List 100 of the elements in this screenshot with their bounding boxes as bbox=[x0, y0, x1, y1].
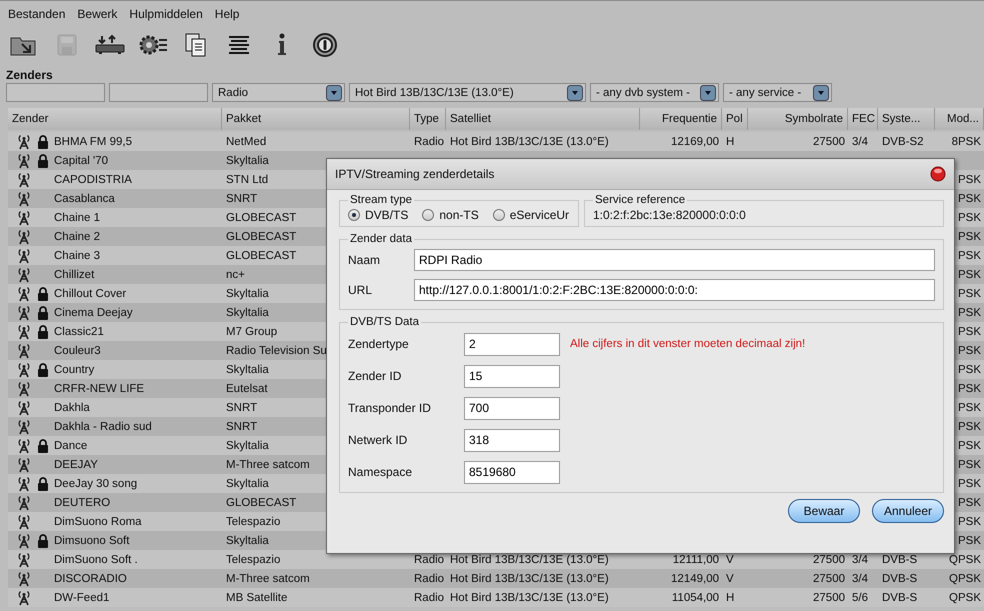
table-cell: QPSK bbox=[949, 592, 981, 604]
filter-field[interactable] bbox=[109, 83, 208, 102]
table-cell: Radio bbox=[414, 136, 444, 148]
table-cell: SNRT bbox=[226, 192, 258, 204]
column-header[interactable]: Type bbox=[410, 108, 446, 130]
column-header[interactable]: Pol bbox=[722, 108, 748, 130]
antenna-icon bbox=[16, 514, 32, 530]
input-field[interactable]: 15 bbox=[464, 364, 560, 388]
table-cell: PSK bbox=[958, 440, 981, 452]
input-field[interactable]: http://127.0.0.1:8001/1:0:2:F:2BC:13E:820000:0:0:0: bbox=[414, 279, 935, 301]
input-field[interactable]: 318 bbox=[464, 428, 560, 452]
filter-dropdown[interactable]: Hot Bird 13B/13C/13E (13.0°E) bbox=[349, 83, 586, 102]
channel-name: Chillout Cover bbox=[54, 288, 126, 300]
antenna-icon bbox=[16, 476, 32, 492]
table-cell: QPSK bbox=[949, 554, 981, 566]
service-reference-value: 1:0:2:f:2bc:13e:820000:0:0:0 bbox=[593, 207, 747, 222]
menu-item[interactable]: Bewerk bbox=[71, 6, 124, 20]
input-field[interactable]: 2 bbox=[464, 332, 560, 356]
table-cell: 27500 bbox=[813, 554, 845, 566]
channel-name: Couleur3 bbox=[54, 344, 101, 356]
menu-item[interactable]: Bestanden bbox=[2, 6, 72, 20]
close-icon[interactable] bbox=[930, 166, 946, 182]
channel-name: Dakhla bbox=[54, 402, 90, 414]
menu-item[interactable]: Hulpmiddelen bbox=[123, 6, 209, 20]
table-cell: PSK bbox=[958, 402, 981, 414]
antenna-icon bbox=[16, 210, 32, 226]
filter-dropdown[interactable]: - any dvb system - bbox=[590, 83, 719, 102]
antenna-icon bbox=[16, 494, 32, 510]
radio-option[interactable]: non-TS bbox=[422, 208, 479, 222]
antenna-icon bbox=[16, 438, 32, 454]
antenna-icon bbox=[16, 324, 32, 340]
field-label: Naam bbox=[348, 253, 382, 267]
channel-name: Classic21 bbox=[54, 326, 104, 338]
antenna-icon bbox=[16, 552, 32, 568]
input-field[interactable]: 8519680 bbox=[464, 460, 560, 484]
table-cell: M-Three satcom bbox=[226, 458, 310, 470]
antenna-icon bbox=[16, 266, 32, 282]
table-cell: STN Ltd bbox=[226, 174, 268, 186]
antenna-icon bbox=[16, 380, 32, 396]
channel-name: Country bbox=[54, 364, 94, 376]
channel-name: DEUTERO bbox=[54, 496, 110, 508]
dialog-button[interactable]: Bewaar bbox=[788, 499, 860, 523]
table-cell: DVB-S bbox=[882, 572, 918, 584]
table-cell: PSK bbox=[958, 268, 981, 280]
table-cell: PSK bbox=[958, 192, 981, 204]
channel-name: DimSuono Roma bbox=[54, 516, 142, 528]
table-cell: PSK bbox=[958, 534, 981, 546]
field-label: Netwerk ID bbox=[348, 433, 408, 447]
table-cell: Skyltalia bbox=[226, 306, 269, 318]
filter-field[interactable] bbox=[6, 83, 105, 102]
channel-name: BHMA FM 99,5 bbox=[54, 136, 132, 148]
input-field[interactable]: RDPI Radio bbox=[414, 249, 935, 271]
table-cell: 12149,00 bbox=[671, 572, 719, 584]
table-cell: PSK bbox=[958, 458, 981, 470]
field-label: Namespace bbox=[348, 465, 414, 479]
column-header[interactable]: Syste... bbox=[878, 108, 935, 130]
table-cell: PSK bbox=[958, 496, 981, 508]
column-header[interactable]: Symbolrate bbox=[748, 108, 848, 130]
table-cell: 5/6 bbox=[852, 592, 868, 604]
channel-name: Dance bbox=[54, 440, 88, 452]
table-cell: PSK bbox=[958, 250, 981, 262]
table-cell: 11054,00 bbox=[672, 592, 719, 604]
filter-dropdown[interactable]: - any service - bbox=[723, 83, 832, 102]
radio-option[interactable]: eServiceUr bbox=[492, 208, 570, 222]
antenna-icon bbox=[16, 570, 32, 586]
dialog-button[interactable]: Annuleer bbox=[872, 499, 944, 523]
channel-name: DimSuono Soft . bbox=[54, 554, 138, 566]
channel-name: Chaine 1 bbox=[54, 212, 100, 224]
table-cell: PSK bbox=[958, 344, 981, 356]
table-cell: Eutelsat bbox=[226, 382, 268, 394]
column-header[interactable]: Mod... bbox=[935, 108, 984, 130]
table-cell: Radio Television Su bbox=[226, 344, 327, 356]
table-cell: QPSK bbox=[949, 572, 981, 584]
column-header[interactable]: Pakket bbox=[222, 108, 410, 130]
table-cell: Hot Bird 13B/13C/13E (13.0°E) bbox=[450, 592, 609, 604]
channel-name: Dakhla - Radio sud bbox=[54, 420, 152, 432]
table-cell: H bbox=[726, 592, 734, 604]
antenna-icon bbox=[16, 456, 32, 472]
radio-option[interactable]: DVB/TS bbox=[348, 208, 408, 222]
table-cell: GLOBECAST bbox=[226, 230, 296, 242]
column-header[interactable]: Zender bbox=[8, 108, 222, 130]
column-header[interactable]: Frequentie bbox=[640, 108, 722, 130]
field-label: Zender ID bbox=[348, 369, 402, 383]
group-label: Stream type bbox=[349, 194, 413, 206]
table-cell: PSK bbox=[958, 212, 981, 224]
channel-name: Capital '70 bbox=[54, 154, 108, 166]
filter-dropdown[interactable]: Radio bbox=[212, 83, 345, 102]
menu-item[interactable]: Help bbox=[208, 6, 246, 20]
antenna-icon bbox=[16, 286, 32, 302]
table-cell: 3/4 bbox=[852, 554, 868, 566]
antenna-icon bbox=[16, 152, 32, 168]
channel-name: Dimsuono Soft bbox=[54, 534, 130, 546]
warning-text: Alle cijfers in dit venster moeten decimaal zijn! bbox=[570, 338, 806, 350]
table-cell: PSK bbox=[958, 288, 981, 300]
input-field[interactable]: 700 bbox=[464, 396, 560, 420]
table-cell: Skyltalia bbox=[226, 288, 269, 300]
column-header[interactable]: FEC bbox=[848, 108, 878, 130]
column-header[interactable]: Satelliet bbox=[446, 108, 640, 130]
table-cell: Radio bbox=[414, 554, 444, 566]
table-cell: Radio bbox=[414, 592, 444, 604]
